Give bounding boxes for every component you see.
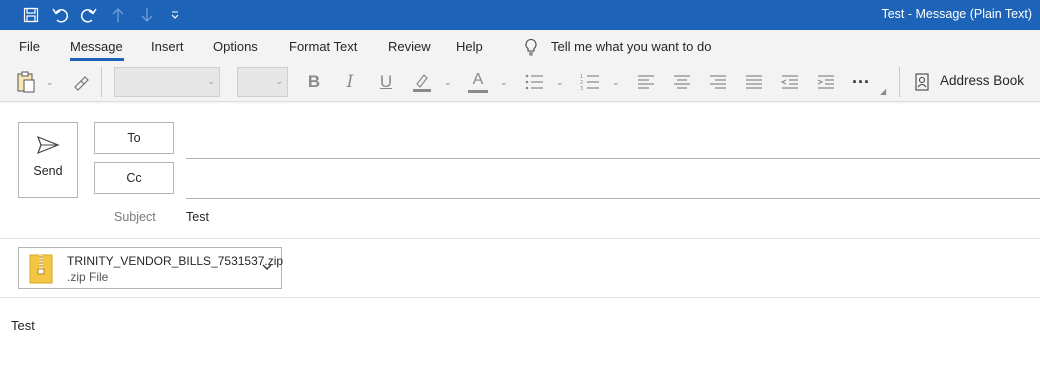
svg-text:3: 3 — [580, 86, 583, 91]
send-button[interactable]: Send — [18, 122, 78, 198]
down-arrow-icon[interactable] — [136, 3, 158, 27]
to-field[interactable] — [186, 158, 1040, 159]
address-book-button[interactable]: Address Book — [940, 73, 1024, 88]
highlight-dropdown-icon[interactable]: ⌄ — [444, 77, 452, 88]
dialog-launcher-icon[interactable]: ◢ — [880, 87, 886, 96]
decrease-indent-icon[interactable] — [778, 70, 802, 94]
highlight-icon[interactable] — [410, 70, 434, 94]
font-color-dropdown-icon[interactable]: ⌄ — [500, 77, 508, 88]
increase-indent-icon[interactable] — [814, 70, 838, 94]
numbering-dropdown-icon[interactable]: ⌄ — [612, 77, 620, 88]
zip-file-icon — [29, 254, 53, 287]
font-color-icon[interactable]: A — [466, 70, 490, 94]
tab-format-text[interactable]: Format Text — [289, 39, 357, 54]
tab-help[interactable]: Help — [456, 39, 483, 54]
paste-dropdown-icon[interactable]: ⌄ — [46, 77, 54, 88]
justify-icon[interactable] — [742, 70, 766, 94]
align-center-icon[interactable] — [670, 70, 694, 94]
message-body[interactable]: Test — [11, 318, 35, 333]
tell-me-search[interactable]: Tell me what you want to do — [551, 39, 711, 54]
window-title: Test - Message (Plain Text) — [881, 7, 1032, 21]
bullets-icon[interactable] — [522, 70, 546, 94]
redo-icon[interactable] — [78, 3, 100, 27]
tab-message[interactable]: Message — [70, 39, 123, 54]
ribbon-separator — [899, 67, 900, 97]
underline-icon[interactable]: U — [376, 70, 396, 94]
subject-field[interactable]: Test — [186, 210, 209, 224]
format-painter-icon[interactable] — [70, 71, 92, 93]
save-icon[interactable] — [20, 3, 42, 27]
font-name-select[interactable]: ⌄ — [114, 67, 220, 97]
more-icon[interactable]: ··· — [848, 70, 874, 94]
to-button[interactable]: To — [94, 122, 174, 154]
subject-label: Subject — [114, 210, 156, 224]
tab-file[interactable]: File — [19, 39, 40, 54]
chevron-down-icon: ⌄ — [207, 76, 215, 86]
tab-review[interactable]: Review — [388, 39, 431, 54]
numbering-icon[interactable]: 123 — [578, 70, 602, 94]
cc-field[interactable] — [186, 198, 1040, 199]
customize-icon[interactable] — [164, 3, 186, 27]
address-book-icon[interactable] — [912, 71, 932, 93]
ribbon-separator — [101, 67, 102, 97]
align-right-icon[interactable] — [706, 70, 730, 94]
align-left-icon[interactable] — [634, 70, 658, 94]
tab-insert[interactable]: Insert — [151, 39, 184, 54]
chevron-down-icon: ⌄ — [275, 76, 283, 86]
bullets-dropdown-icon[interactable]: ⌄ — [556, 77, 564, 88]
active-tab-indicator — [70, 58, 124, 61]
font-size-select[interactable]: ⌄ — [237, 67, 288, 97]
send-label: Send — [33, 164, 63, 178]
title-bar: Test - Message (Plain Text) — [0, 0, 1040, 30]
attachment-name: TRINITY_VENDOR_BILLS_7531537.zip — [67, 254, 284, 268]
undo-icon[interactable] — [49, 3, 71, 27]
font-color-letter: A — [472, 70, 484, 88]
send-icon — [36, 135, 60, 158]
attachment-card[interactable]: TRINITY_VENDOR_BILLS_7531537.zip .zip Fi… — [18, 247, 284, 289]
header-divider — [0, 238, 1040, 239]
tab-options[interactable]: Options — [213, 39, 258, 54]
lightbulb-icon — [524, 38, 538, 59]
chevron-down-icon[interactable] — [261, 261, 273, 276]
up-arrow-icon[interactable] — [107, 3, 129, 27]
bold-icon[interactable]: B — [304, 70, 324, 94]
attachment-divider — [0, 297, 1040, 298]
attachment-type: .zip File — [67, 270, 109, 284]
cc-button[interactable]: Cc — [94, 162, 174, 194]
paste-icon[interactable] — [14, 70, 38, 94]
italic-icon[interactable]: I — [340, 70, 360, 94]
